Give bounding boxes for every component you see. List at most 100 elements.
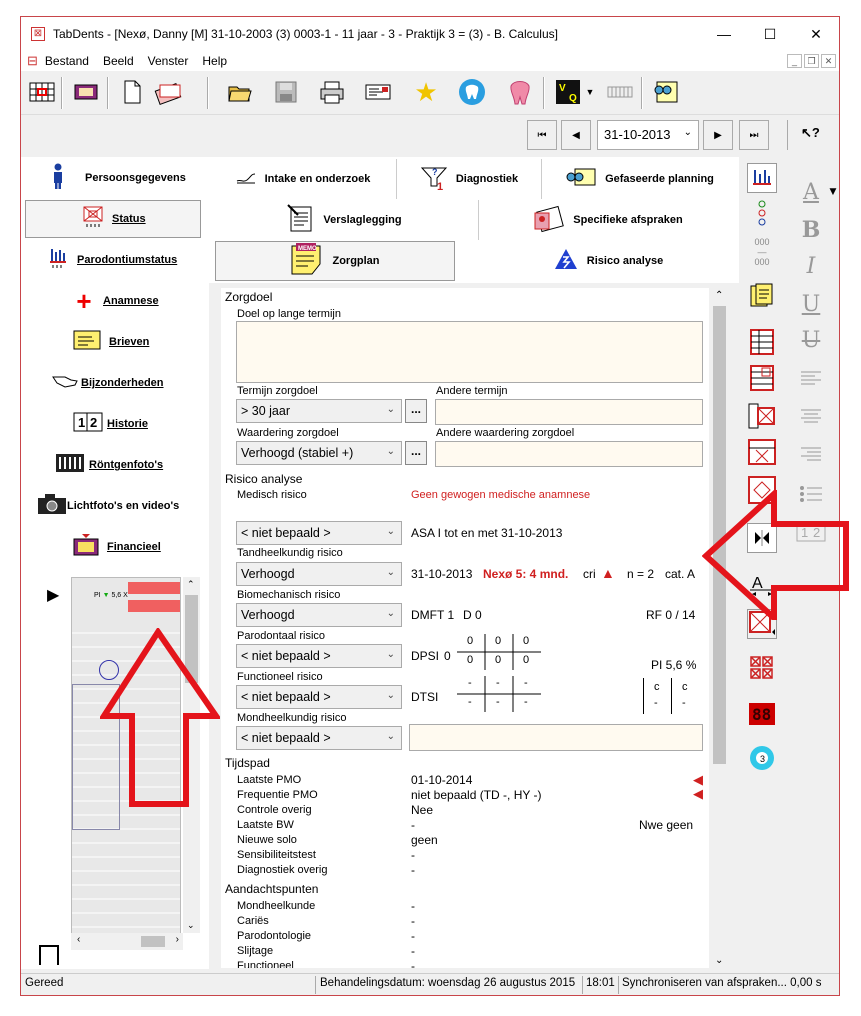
tooth-pink-icon[interactable] [505,77,535,107]
chevron-up-icon[interactable]: ⌃ [715,290,723,301]
memo-connect-icon[interactable] [651,77,681,107]
tab-specifieke-afspraken[interactable]: Specifieke afspraken [479,200,737,240]
scrollbar-thumb[interactable] [185,595,198,683]
biomech-select[interactable]: Verhoogd ⌄ [236,603,402,627]
code-grid-icon[interactable]: 000—000 [747,237,777,267]
last-date-button[interactable]: ⏭ [739,120,769,150]
sidebar-item-historie[interactable]: 12 Historie [73,405,203,443]
termijn-select[interactable]: > 30 jaar ⌄ [236,399,402,423]
medisch-select[interactable]: < niet bepaald > ⌄ [236,521,402,545]
save-icon[interactable] [271,77,301,107]
info-bubble-icon[interactable]: 3 [747,743,777,773]
print-icon[interactable] [317,77,347,107]
chevron-left-icon[interactable]: ‹ [77,934,80,945]
digital-display-icon[interactable]: 88 [747,699,777,729]
tab-diagnostiek[interactable]: ? 1 Diagnostiek [397,159,542,199]
sidebar-item-parodontiumstatus[interactable]: Parodontiumstatus [47,241,217,279]
multi-status-icon[interactable] [747,653,777,683]
font-scale-icon[interactable]: A [747,571,777,601]
maximize-button[interactable]: ☐ [747,17,793,51]
waardering-select[interactable]: Verhoogd (stabiel +) ⌄ [236,441,402,465]
functioneel-select[interactable]: < niet bepaald > ⌄ [236,685,402,709]
star-icon[interactable]: ★ [411,77,441,107]
menu-bestand[interactable]: Bestand [38,54,96,68]
status-overview-icon[interactable] [747,401,777,431]
tab-risico-analyse[interactable]: Risico analyse [479,241,737,281]
andere-waardering-input[interactable] [435,441,703,467]
underline-button[interactable]: U [793,289,829,319]
align-center-icon[interactable] [793,401,829,431]
next-date-button[interactable]: ▶ [703,120,733,150]
open-folder-icon[interactable] [225,77,255,107]
sidebar-item-persoonsgegevens[interactable]: Persoonsgegevens [47,159,217,197]
chevron-right-icon[interactable]: › [176,934,179,945]
chart-table-icon[interactable] [747,327,777,357]
numbered-list-icon[interactable]: 12 [793,517,829,547]
split-view-icon[interactable] [747,523,777,553]
align-right-icon[interactable] [793,439,829,469]
tandheelkundig-select[interactable]: Verhoogd ⌄ [236,562,402,586]
waardering-more-button[interactable]: ... [405,441,427,465]
sidebar-item-lichtfotos[interactable]: Lichtfoto's en video's [37,487,207,525]
grid-icon[interactable] [27,77,57,107]
font-color-button[interactable]: A [793,177,829,207]
termijn-more-button[interactable]: ... [405,399,427,423]
bold-button[interactable]: B [793,215,829,245]
menu-beeld[interactable]: Beeld [96,54,141,68]
notes-icon[interactable] [747,281,777,311]
mdi-restore-icon[interactable]: ❐ [804,54,819,68]
close-button[interactable]: ✕ [793,17,839,51]
vq-icon[interactable]: VQ [553,77,583,107]
sidebar-item-brieven[interactable]: Brieven [73,323,203,361]
sidebar-item-bijzonderheden[interactable]: Bijzonderheden [51,364,211,402]
date-select[interactable]: 31-10-2013 ⌄ [597,120,699,150]
scrollbar-thumb[interactable] [713,306,726,764]
thumbnail-scrollbar[interactable]: ⌃ ⌄ [183,577,200,933]
prev-date-button[interactable]: ◀ [561,120,591,150]
chart-detail-icon[interactable] [747,363,777,393]
tab-zorgplan[interactable]: MEMO Zorgplan [215,241,455,281]
scrollbar-thumb[interactable] [141,936,165,947]
circles-icon[interactable] [747,199,777,229]
minimize-button[interactable]: — [701,17,747,51]
chevron-down-icon[interactable]: ⌄ [187,920,195,931]
menu-venster[interactable]: Venster [141,54,196,68]
align-left-icon[interactable] [793,363,829,393]
tab-verslaglegging[interactable]: Verslaglegging [209,200,479,240]
chevron-down-icon[interactable]: ⌄ [715,955,723,966]
doel-textarea[interactable] [236,321,703,383]
sidebar-item-rontgenfotos[interactable]: Röntgenfoto's [55,446,215,484]
card-reader-icon[interactable] [363,77,393,107]
font-color-dropdown-icon[interactable]: ▼ [827,177,839,207]
sidebar-item-anamnese[interactable]: + Anamnese [73,282,203,320]
mondheelkundig-select[interactable]: < niet bepaald > ⌄ [236,726,402,750]
andere-termijn-input[interactable] [435,399,703,425]
status-thumbnail[interactable]: PI ▼ 5,6 X [71,577,181,947]
chevron-up-icon[interactable]: ⌃ [187,579,195,590]
tooth-blue-icon[interactable] [457,77,487,107]
film-icon[interactable] [71,77,101,107]
status-zoom-icon[interactable] [747,609,777,639]
mdi-close-icon[interactable]: ✕ [821,54,836,68]
mdi-minimize-icon[interactable]: _ [787,54,802,68]
frame-icon[interactable] [39,945,59,965]
tab-intake[interactable]: Intake en onderzoek [209,159,397,199]
paro-chart-icon[interactable] [747,163,777,193]
parodontaal-select[interactable]: < niet bepaald > ⌄ [236,644,402,668]
menu-help[interactable]: Help [195,54,234,68]
sidebar-item-financieel[interactable]: Financieel [73,528,203,566]
status-compact-icon[interactable] [747,475,777,505]
patient-card-icon[interactable] [153,77,183,107]
bullet-list-icon[interactable] [793,479,829,509]
strikethrough-button[interactable]: U [793,325,829,355]
tab-gefaseerde-planning[interactable]: Gefaseerde planning [542,159,737,199]
teeth-row-icon[interactable] [605,77,635,107]
context-help-button[interactable]: ↖? [801,125,820,141]
thumbnail-hscrollbar[interactable]: ‹ › [71,933,183,950]
sidebar-item-status[interactable]: Status [25,200,201,238]
form-scrollbar[interactable]: ⌃ ⌄ [711,288,728,968]
first-date-button[interactable]: ⏮ [527,120,557,150]
new-document-icon[interactable] [117,77,147,107]
vq-dropdown-icon[interactable]: ▼ [583,77,597,107]
status-small-icon[interactable] [747,437,777,467]
